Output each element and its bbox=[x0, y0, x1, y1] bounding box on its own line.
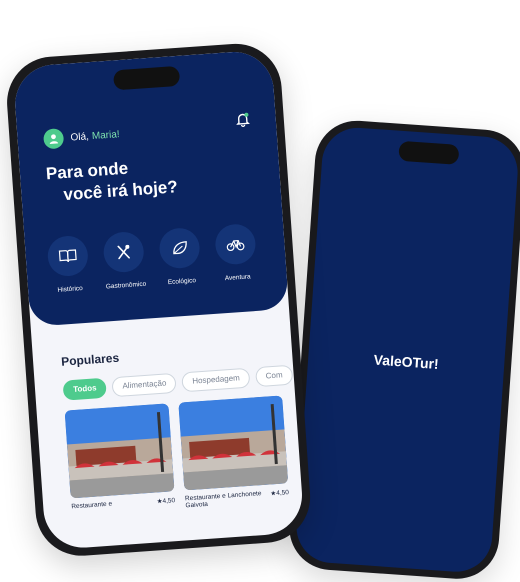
page-title: Para onde você irá hoje? bbox=[45, 154, 178, 207]
home-screen: Olá, Maria! Para onde você irá hoje? His… bbox=[12, 49, 305, 551]
user-icon bbox=[49, 134, 59, 145]
chip-todos[interactable]: Todos bbox=[62, 377, 108, 401]
place-rating: ★4,50 bbox=[156, 497, 176, 506]
section-title: Populares bbox=[60, 350, 120, 369]
place-name: Restaurante e Lanchonete Gaivota bbox=[184, 490, 262, 510]
splash-screen: ValeOTur! bbox=[294, 125, 520, 575]
category-label: Ecológico bbox=[167, 277, 197, 287]
chip-hospedagem[interactable]: Hospedagem bbox=[181, 367, 251, 393]
place-photo bbox=[64, 403, 175, 499]
greeting-text: Olá, bbox=[70, 130, 90, 144]
category-ecologico[interactable]: Ecológico bbox=[152, 226, 208, 286]
category-historico[interactable]: Histórico bbox=[40, 234, 96, 294]
popular-list: Restaurante e ★4,50 Restaurante e Lancho… bbox=[64, 395, 300, 518]
book-icon bbox=[58, 249, 77, 263]
category-label: Aventura bbox=[224, 273, 251, 283]
category-list: Histórico Gastronômico Ecológico Aventur… bbox=[40, 222, 264, 295]
place-name: Restaurante e bbox=[71, 500, 113, 511]
category-label: Histórico bbox=[57, 285, 84, 294]
place-rating: ★4,50 bbox=[270, 489, 290, 498]
bicycle-icon bbox=[226, 239, 245, 252]
category-gastronomico[interactable]: Gastronômico bbox=[96, 230, 152, 290]
home-phone: Olá, Maria! Para onde você irá hoje? His… bbox=[4, 40, 314, 559]
filter-chips: Todos Alimentação Hospedagem Com bbox=[62, 364, 300, 401]
splash-phone: ValeOTur! bbox=[286, 118, 520, 582]
category-aventura[interactable]: Aventura bbox=[208, 222, 264, 283]
greeting: Olá, Maria! bbox=[42, 124, 120, 150]
place-photo bbox=[178, 395, 289, 491]
category-label: Gastronômico bbox=[105, 280, 147, 291]
place-card[interactable]: Restaurante e Lanchonete Gaivota ★4,50 bbox=[178, 395, 289, 509]
chip-alimentacao[interactable]: Alimentação bbox=[111, 372, 178, 398]
notification-button[interactable] bbox=[235, 111, 250, 128]
bell-icon bbox=[236, 112, 250, 127]
place-card[interactable]: Restaurante e ★4,50 bbox=[64, 403, 176, 517]
avatar[interactable] bbox=[42, 128, 65, 150]
utensils-icon bbox=[117, 244, 130, 260]
phone-notch bbox=[398, 140, 460, 165]
home-header: Olá, Maria! Para onde você irá hoje? His… bbox=[12, 49, 290, 327]
user-name: Maria! bbox=[91, 128, 120, 142]
chip-com[interactable]: Com bbox=[255, 364, 294, 388]
leaf-icon bbox=[173, 241, 187, 255]
app-logo: ValeOTur! bbox=[373, 351, 440, 372]
